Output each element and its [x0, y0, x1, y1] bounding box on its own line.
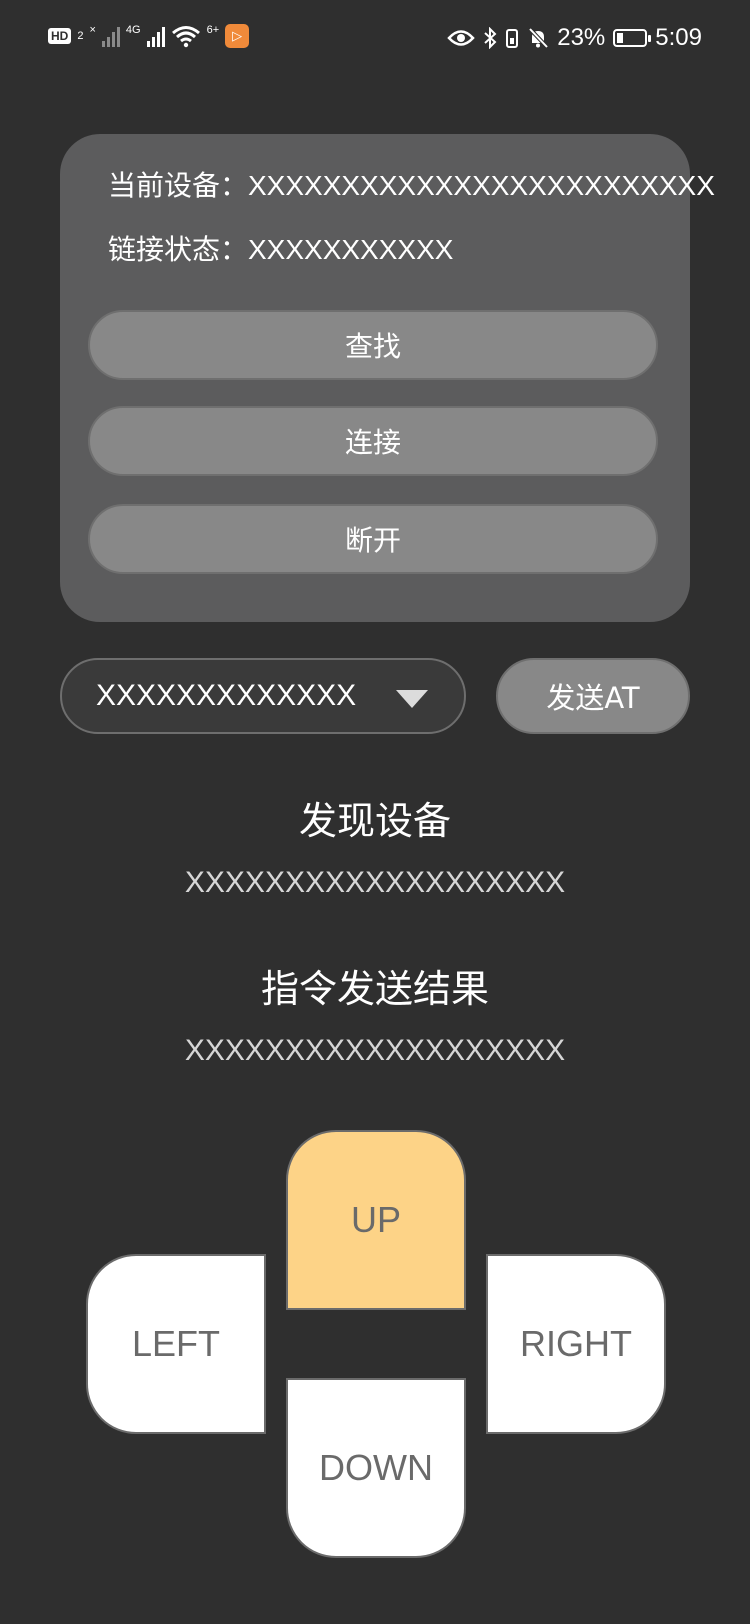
up-button[interactable]: UP: [286, 1130, 466, 1310]
battery-fill: [617, 33, 624, 43]
device-card: 当前设备：XXXXXXXXXXXXXXXXXXXXXXXXX 链接状态：XXXX…: [60, 134, 715, 622]
connect-button[interactable]: 连接: [88, 406, 658, 476]
status-left-icons: HD 2 × 4G 6+ ▷: [48, 24, 250, 48]
bluetooth-icon: [484, 27, 497, 49]
disconnect-button[interactable]: 断开: [88, 504, 658, 574]
status-bar: HD 2 × 4G 6+ ▷ 23% 5:09: [0, 0, 750, 82]
current-device-label: 当前设备：XXXXXXXXXXXXXXXXXXXXXXXXX: [108, 170, 715, 201]
signal-sim2-icon: [101, 25, 120, 47]
send-at-button[interactable]: 发送AT: [496, 658, 690, 734]
right-button[interactable]: RIGHT: [486, 1254, 666, 1434]
battery-icon: [613, 29, 652, 47]
no-signal-mark: ×: [89, 24, 96, 36]
discovered-devices-title: 发现设备: [298, 799, 451, 843]
command-result-value: XXXXXXXXXXXXXXXXXXX: [184, 1034, 566, 1067]
at-command-select[interactable]: XXXXXXXXXXXXX: [60, 658, 466, 734]
eye-icon: [447, 30, 475, 46]
mute-bell-icon: [528, 27, 549, 49]
battery-percent: 23%: [557, 24, 606, 51]
app-notification-icon: ▷: [225, 24, 250, 48]
vibrate-icon: [506, 29, 519, 48]
network-type-label: 4G: [125, 24, 141, 36]
hd-voice-icon: HD: [48, 28, 72, 44]
wifi-badge: 6+: [206, 24, 220, 36]
left-button[interactable]: LEFT: [86, 1254, 266, 1434]
at-command-value: XXXXXXXXXXXXX: [96, 679, 357, 712]
clock: 5:09: [655, 24, 702, 51]
discovered-devices-value: XXXXXXXXXXXXXXXXXXX: [184, 866, 566, 899]
dropdown-arrow-icon: [396, 690, 428, 708]
command-result-title: 指令发送结果: [260, 967, 489, 1011]
search-button[interactable]: 查找: [88, 310, 658, 380]
signal-sim1-icon: [146, 25, 165, 47]
status-right-icons: 23% 5:09: [447, 24, 702, 52]
link-status-label: 链接状态：XXXXXXXXXXX: [108, 234, 454, 265]
sim2-indicator: 2: [77, 30, 84, 42]
down-button[interactable]: DOWN: [286, 1378, 466, 1558]
wifi-icon: [171, 26, 200, 48]
